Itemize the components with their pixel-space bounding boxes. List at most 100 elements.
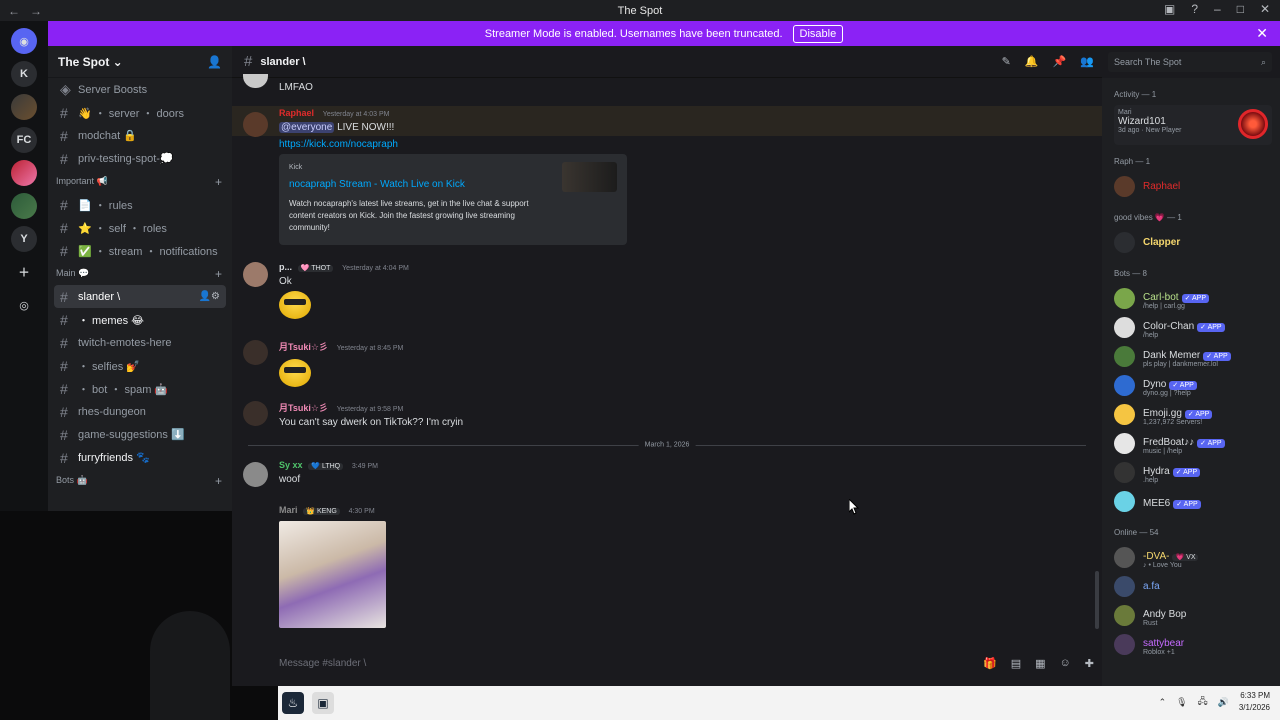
server-fc[interactable]: FC	[11, 127, 37, 153]
minimize-icon[interactable]: –	[1214, 2, 1221, 16]
member-item[interactable]: Hydra ✓ APP .help	[1114, 458, 1280, 487]
channel-item[interactable]: # ✅ ・ stream ・ notifications	[48, 239, 232, 262]
monkey-gif-image[interactable]	[279, 521, 386, 628]
avatar[interactable]	[243, 112, 268, 137]
member-item[interactable]: a.fa	[1114, 572, 1280, 601]
member-item[interactable]: MEE6 ✓ APP	[1114, 487, 1280, 516]
channel-item[interactable]: # ・ bot ・ spam 🤖	[48, 377, 232, 400]
activity-card[interactable]: Mari Wizard101 3d ago · New Player	[1114, 105, 1272, 145]
members-icon[interactable]: 👥	[1080, 55, 1094, 68]
avatar[interactable]	[243, 340, 268, 365]
author-name[interactable]: p...	[279, 262, 292, 272]
volume-icon[interactable]: 🔊	[1218, 697, 1229, 708]
channel-item[interactable]: # modchat 🔒	[48, 124, 232, 147]
author-name[interactable]: Mari	[279, 505, 298, 515]
gift-icon[interactable]: 🎁	[983, 657, 997, 670]
nav-buttons: ← →	[8, 4, 42, 18]
add-channel-icon[interactable]: +	[215, 474, 222, 488]
channel-item[interactable]: # priv-testing-spot-💭	[48, 147, 232, 170]
pin-icon[interactable]: 📌	[1053, 55, 1067, 68]
channel-item[interactable]: # rhes-dungeon	[48, 400, 232, 423]
maximize-icon[interactable]: □	[1237, 2, 1244, 16]
member-item[interactable]: Andy Bop Rust	[1114, 601, 1280, 630]
threads-icon[interactable]: ✎	[1002, 55, 1011, 68]
member-item[interactable]: FredBoat♪♪ ✓ APP music | /help	[1114, 429, 1280, 458]
search-input[interactable]: Search The Spot ⌕	[1108, 52, 1272, 72]
channel-item[interactable]: # furryfriends 🐾	[48, 446, 232, 469]
chevron-up-icon[interactable]: ⌃	[1159, 697, 1167, 708]
channel-item[interactable]: # 👋 ・ server ・ doors	[48, 101, 232, 124]
member-item[interactable]: Color-Chan ✓ APP/help	[1114, 313, 1280, 342]
author-name[interactable]: 月Tsuki☆彡	[279, 403, 328, 413]
emoji-icon[interactable]: ☺	[1060, 657, 1071, 670]
activity-detail: 3d ago	[1118, 127, 1140, 134]
invite-icon[interactable]: 👤	[207, 55, 222, 69]
avatar[interactable]	[243, 462, 268, 487]
server-icon[interactable]	[11, 160, 37, 186]
gif-icon[interactable]: ▤	[1011, 657, 1021, 670]
discover-icon[interactable]: ◎	[11, 292, 37, 318]
clock[interactable]: 6:33 PM 3/1/2026	[1239, 690, 1270, 714]
chat-scrollbar[interactable]	[1095, 571, 1099, 629]
category-important[interactable]: Important 📢 +	[48, 170, 232, 193]
channel-item[interactable]: # twitch-emotes-here	[48, 331, 232, 354]
author-name[interactable]: Raphael	[279, 108, 314, 118]
member-item[interactable]: Clapper	[1114, 228, 1280, 257]
channel-item[interactable]: # 📄 ・ rules	[48, 193, 232, 216]
network-icon[interactable]: 🖧	[1198, 694, 1208, 710]
add-channel-icon[interactable]: +	[215, 175, 222, 189]
back-arrow-icon[interactable]: ←	[8, 4, 20, 18]
channel-item[interactable]: # ⭐ ・ self ・ roles	[48, 216, 232, 239]
everyone-mention[interactable]: @everyone	[279, 122, 335, 133]
author-name[interactable]: 月Tsuki☆彡	[279, 342, 328, 352]
channel-item[interactable]: # ・ selfies 💅	[48, 354, 232, 377]
member-status: dyno.gg | ?help	[1143, 389, 1191, 397]
microphone-icon[interactable]: 🎙	[1176, 697, 1187, 708]
avatar[interactable]	[243, 74, 268, 88]
add-server-icon[interactable]: ＋	[11, 259, 37, 285]
server-icon[interactable]	[11, 193, 37, 219]
server-icon[interactable]	[11, 94, 37, 120]
member-item[interactable]: -DVA- 💗 VX ♪ • Love You	[1114, 543, 1280, 572]
member-item[interactable]: sattybear Roblox +1	[1114, 630, 1280, 659]
channel-server-boosts[interactable]: ◈ Server Boosts	[48, 78, 232, 101]
bell-icon[interactable]: 🔔	[1025, 55, 1039, 68]
forward-arrow-icon[interactable]: →	[30, 4, 42, 18]
member-item[interactable]: Emoji.gg ✓ APP 1,237,972 Servers!	[1114, 400, 1280, 429]
channel-item[interactable]: # ・ memes 😂	[48, 308, 232, 331]
composer-placeholder[interactable]: Message #slander \	[279, 658, 366, 669]
banner-close-icon[interactable]: ✕	[1256, 25, 1268, 42]
avatar[interactable]	[243, 401, 268, 426]
server-k[interactable]: K	[11, 61, 37, 87]
inbox-icon[interactable]: ▣	[1164, 2, 1175, 16]
server-y[interactable]: Y	[11, 226, 37, 252]
steam-icon[interactable]: ♨	[282, 692, 304, 714]
member-name: Andy Bop	[1143, 608, 1187, 620]
member-item[interactable]: Carl-bot ✓ APP/help | carl.gg	[1114, 284, 1280, 313]
message-composer[interactable]: Message #slander \ 🎁 ▤ ▦ ☺ ✚	[279, 651, 1094, 676]
app-icon[interactable]: ▣	[312, 692, 334, 714]
category-bots[interactable]: Bots 🤖 +	[48, 469, 232, 492]
stream-link[interactable]: https://kick.com/nocapraph	[279, 139, 398, 150]
channel-settings-icon[interactable]: 👤⚙	[199, 291, 220, 302]
apps-icon[interactable]: ✚	[1085, 657, 1094, 670]
embed-thumbnail[interactable]	[562, 162, 617, 192]
channel-label: ・ bot ・ spam 🤖	[78, 383, 169, 396]
app-badge: ✓ APP	[1172, 467, 1201, 477]
clock-time: 6:33 PM	[1240, 691, 1270, 700]
member-item[interactable]: Dank Memer ✓ APP pls play | dankmemer.lol	[1114, 342, 1280, 371]
category-main[interactable]: Main 💬 +	[48, 262, 232, 285]
author-name[interactable]: Sy xx	[279, 460, 303, 470]
disable-button[interactable]: Disable	[792, 24, 844, 43]
add-channel-icon[interactable]: +	[215, 267, 222, 281]
member-item[interactable]: Dyno ✓ APP dyno.gg | ?help	[1114, 371, 1280, 400]
channel-item-active[interactable]: # slander \ 👤⚙	[54, 285, 226, 308]
close-window-icon[interactable]: ✕	[1260, 2, 1270, 16]
channel-item[interactable]: # game-suggestions ⬇️	[48, 423, 232, 446]
server-header[interactable]: The Spot ⌄ 👤	[48, 46, 232, 78]
member-item[interactable]: Raphael	[1114, 172, 1280, 201]
sticker-icon[interactable]: ▦	[1035, 657, 1045, 670]
help-icon[interactable]: ?	[1191, 2, 1198, 16]
avatar[interactable]	[243, 262, 268, 287]
discord-home-icon[interactable]: ◉	[11, 28, 37, 54]
